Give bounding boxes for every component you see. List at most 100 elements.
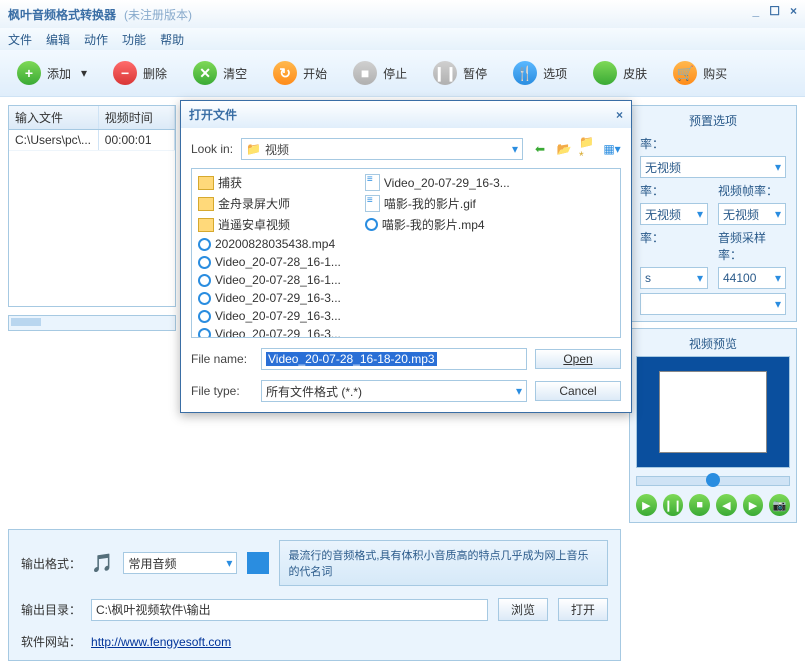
preset-title: 预置选项 — [640, 112, 786, 129]
dropdown-icon[interactable]: ▾ — [81, 66, 87, 80]
video-fps-combo[interactable]: 无视频 — [718, 203, 786, 225]
media-icon — [198, 292, 211, 305]
clear-button[interactable]: ✕清空 — [184, 56, 256, 90]
lookin-label: Look in: — [191, 142, 233, 156]
audio-bitrate-combo[interactable]: s — [640, 267, 708, 289]
output-dir-label: 输出目录： — [21, 601, 81, 618]
convert-icon — [247, 552, 269, 574]
maximize-button[interactable]: ☐ — [769, 4, 780, 18]
file-item[interactable]: 20200828035438.mp4 — [196, 236, 343, 252]
cancel-button[interactable]: Cancel — [535, 381, 621, 401]
file-icon — [365, 218, 378, 231]
back-icon[interactable]: ⬅ — [531, 140, 549, 158]
stop-icon[interactable]: ■ — [689, 494, 710, 516]
close-button[interactable]: × — [790, 4, 797, 18]
media-icon — [198, 310, 211, 323]
dialog-title: 打开文件 — [189, 106, 237, 123]
col-input-file[interactable]: 输入文件 — [9, 106, 99, 129]
toolbar: +添加▾−删除✕清空↻开始■停止❙❙暂停🍴选项皮肤🛒购买 — [0, 50, 805, 97]
file-item[interactable]: Video_20-07-29_16-3... — [196, 308, 343, 324]
folder-item[interactable]: 捕获 — [196, 173, 343, 192]
file-item[interactable]: 喵影-我的影片.gif — [363, 194, 512, 213]
stop-icon: ■ — [353, 61, 377, 85]
pause-button[interactable]: ❙❙暂停 — [424, 56, 496, 90]
options-icon: 🍴 — [513, 61, 537, 85]
next-icon[interactable]: ▶ — [743, 494, 764, 516]
folder-icon: 📁 — [246, 142, 261, 156]
new-folder-icon[interactable]: 📁* — [579, 140, 597, 158]
folder-icon — [198, 176, 214, 190]
audio-samplerate-combo[interactable]: 44100 — [718, 267, 786, 289]
menu-文件[interactable]: 文件 — [8, 31, 32, 48]
file-item[interactable]: Video_20-07-29_16-3... — [196, 326, 343, 338]
dialog-close-button[interactable]: × — [616, 108, 623, 122]
prev-icon[interactable]: ◀ — [716, 494, 737, 516]
preview-image — [636, 356, 790, 468]
table-row[interactable]: C:\Users\pc\... 00:00:01 — [9, 130, 175, 151]
filetype-combo[interactable]: 所有文件格式 (*.*) — [261, 380, 527, 402]
pause-icon: ❙❙ — [433, 61, 457, 85]
menu-bar: 文件编辑动作功能帮助 — [0, 28, 805, 50]
file-item[interactable]: Video_20-07-28_16-1... — [196, 272, 343, 288]
extra-combo[interactable] — [640, 293, 786, 315]
menu-功能[interactable]: 功能 — [122, 31, 146, 48]
buy-icon: 🛒 — [673, 61, 697, 85]
music-icon: 🎵 — [91, 553, 113, 574]
filetype-label: File type: — [191, 384, 253, 398]
buy-button[interactable]: 🛒购买 — [664, 56, 736, 90]
file-icon — [365, 195, 380, 212]
format-description: 最流行的音频格式,具有体积小音质高的特点几乎成为网上音乐的代名词 — [279, 540, 608, 586]
start-button[interactable]: ↻开始 — [264, 56, 336, 90]
pause-icon[interactable]: ❙❙ — [663, 494, 684, 516]
up-icon[interactable]: 📂 — [555, 140, 573, 158]
preset-panel: 预置选项 率： 无视频 率： 视频帧率： 无视频 无视频 率： 音频采样率： s… — [629, 105, 797, 322]
video-size-combo[interactable]: 无视频 — [640, 203, 708, 225]
file-icon — [365, 174, 380, 191]
menu-动作[interactable]: 动作 — [84, 31, 108, 48]
input-table[interactable]: 输入文件 视频时间 C:\Users\pc\... 00:00:01 — [8, 105, 176, 307]
lookin-combo[interactable]: 📁 视频 — [241, 138, 523, 160]
file-item[interactable]: Video_20-07-29_16-3... — [363, 173, 512, 192]
col-video-time[interactable]: 视频时间 — [99, 106, 175, 129]
snapshot-icon[interactable]: 📷 — [769, 494, 790, 516]
stop-button[interactable]: ■停止 — [344, 56, 416, 90]
menu-帮助[interactable]: 帮助 — [160, 31, 184, 48]
file-item[interactable]: Video_20-07-29_16-3... — [196, 290, 343, 306]
open-button[interactable]: Open — [535, 349, 621, 369]
preview-slider[interactable] — [636, 476, 790, 486]
open-file-dialog: 打开文件 × Look in: 📁 视频 ⬅ 📂 📁* ▦▾ 捕获金舟录屏大师逍… — [180, 100, 632, 413]
media-icon — [198, 328, 211, 339]
add-button[interactable]: +添加▾ — [8, 56, 96, 90]
folder-icon — [198, 218, 214, 232]
preview-title: 视频预览 — [636, 335, 790, 352]
delete-icon: − — [113, 61, 137, 85]
media-icon — [198, 256, 211, 269]
filename-input[interactable]: Video_20-07-28_16-18-20.mp3 — [261, 348, 527, 370]
start-icon: ↻ — [273, 61, 297, 85]
play-icon[interactable]: ▶ — [636, 494, 657, 516]
app-subtitle: (未注册版本) — [124, 6, 192, 23]
media-icon — [198, 238, 211, 251]
output-format-combo[interactable]: 常用音频 — [123, 552, 237, 574]
video-bitrate-combo[interactable]: 无视频 — [640, 156, 786, 178]
minimize-button[interactable]: _ — [753, 4, 760, 18]
file-item[interactable]: Video_20-07-28_16-1... — [196, 254, 343, 270]
skin-button[interactable]: 皮肤 — [584, 56, 656, 90]
open-dir-button[interactable]: 打开 — [558, 598, 608, 621]
output-dir-input[interactable]: C:\枫叶视频软件\输出 — [91, 599, 488, 621]
horizontal-scrollbar[interactable] — [8, 315, 176, 331]
website-link[interactable]: http://www.fengyesoft.com — [91, 635, 231, 649]
menu-编辑[interactable]: 编辑 — [46, 31, 70, 48]
folder-item[interactable]: 金舟录屏大师 — [196, 194, 343, 213]
folder-item[interactable]: 逍遥安卓视频 — [196, 215, 343, 234]
app-title: 枫叶音频格式转换器 — [8, 6, 116, 23]
file-list[interactable]: 捕获金舟录屏大师逍遥安卓视频 20200828035438.mp4 Video_20… — [191, 168, 621, 338]
options-button[interactable]: 🍴选项 — [504, 56, 576, 90]
output-panel: 输出格式： 🎵 常用音频 最流行的音频格式,具有体积小音质高的特点几乎成为网上音… — [8, 529, 621, 661]
skin-icon — [593, 61, 617, 85]
browse-button[interactable]: 浏览 — [498, 598, 548, 621]
file-item[interactable]: 喵影-我的影片.mp4 — [363, 215, 512, 234]
delete-button[interactable]: −删除 — [104, 56, 176, 90]
view-mode-icon[interactable]: ▦▾ — [603, 140, 621, 158]
clear-icon: ✕ — [193, 61, 217, 85]
